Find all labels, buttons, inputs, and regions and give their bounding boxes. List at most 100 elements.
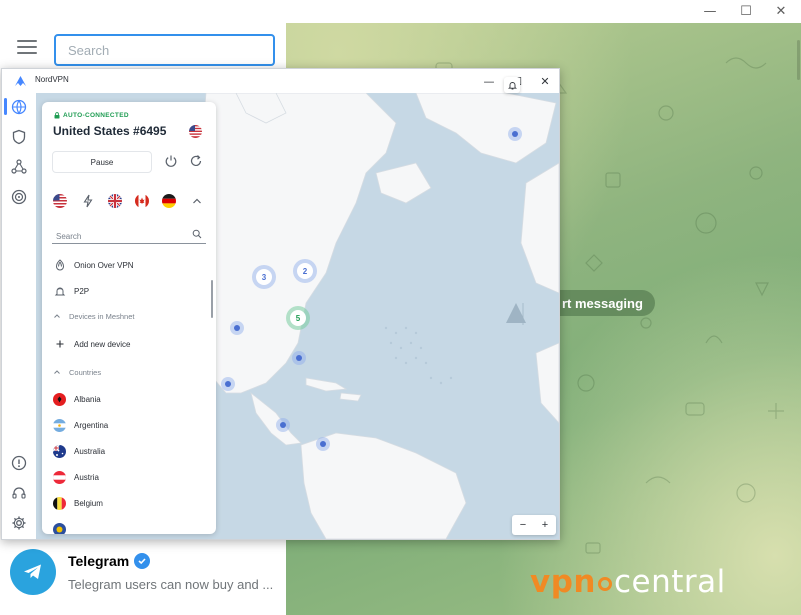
server-search (52, 226, 206, 245)
p2p-icon (53, 285, 66, 298)
plus-icon (53, 338, 66, 351)
belgium-flag-icon (53, 496, 66, 510)
nordvpn-logo-icon (15, 76, 26, 86)
nordvpn-window: NordVPN — ☐ ✕ (1, 68, 560, 540)
map-cluster-connected[interactable]: 5 (286, 306, 310, 330)
country-name: Belgium (74, 498, 103, 508)
list-item-onion-over-vpn[interactable]: Onion Over VPN (42, 253, 208, 277)
search-icon[interactable] (192, 229, 202, 239)
chevron-up-small-icon[interactable] (53, 312, 61, 320)
telegram-maximize-button[interactable]: ☐ (729, 0, 763, 23)
map-pin[interactable] (508, 127, 522, 141)
hamburger-menu-icon[interactable] (15, 36, 39, 60)
globe-icon[interactable] (11, 99, 27, 115)
chat-name: Telegram (68, 553, 151, 569)
chat-preview: Telegram users can now buy and ... (68, 577, 274, 592)
list-item-label: P2P (74, 286, 90, 296)
section-countries-label: Countries (69, 367, 102, 377)
watermark-central: central (613, 564, 726, 600)
country-name: Austria (74, 472, 99, 482)
us-flag-icon[interactable] (53, 194, 67, 208)
vpncentral-watermark: vpn central (530, 564, 726, 600)
add-new-device-button[interactable]: Add new device (42, 332, 208, 356)
verified-badge-icon (134, 553, 151, 569)
telegram-search-input[interactable] (54, 34, 275, 66)
telegram-avatar (10, 549, 56, 595)
telegram-minimize-button[interactable]: — (693, 0, 727, 23)
map-pin[interactable] (221, 377, 235, 391)
australia-flag-icon (53, 444, 66, 458)
lock-icon (54, 112, 60, 119)
map-cluster-count: 3 (256, 269, 272, 285)
map-cluster-count: 5 (290, 310, 306, 326)
meshnet-icon[interactable] (11, 159, 27, 175)
chevron-up-icon[interactable] (190, 194, 204, 208)
country-row-austria[interactable]: Austria (42, 465, 208, 489)
connected-server-name: United States #6495 (53, 124, 167, 138)
chat-name-text: Telegram (68, 553, 130, 569)
map-pin[interactable] (230, 321, 244, 335)
nordvpn-title-bar: NordVPN — ☐ ✕ (2, 69, 559, 93)
country-name: Australia (74, 446, 106, 456)
threat-protection-icon[interactable] (11, 189, 27, 205)
country-row-argentina[interactable]: Argentina (42, 413, 208, 437)
settings-gear-icon[interactable] (11, 515, 27, 531)
panel-scrollbar[interactable] (211, 280, 213, 318)
zoom-in-button[interactable]: + (534, 515, 556, 535)
canada-flag-icon[interactable] (135, 194, 149, 208)
nordvpn-title: NordVPN (35, 75, 69, 84)
country-row-albania[interactable]: Albania (42, 387, 208, 411)
us-flag-icon (189, 125, 202, 138)
country-name: Albania (74, 394, 101, 404)
partial-flag-icon (53, 522, 66, 534)
map-cluster[interactable]: 2 (293, 259, 317, 283)
add-new-device-label: Add new device (74, 339, 131, 349)
list-item-label: Onion Over VPN (74, 260, 134, 270)
country-row-partial[interactable] (42, 517, 208, 534)
albania-flag-icon (53, 392, 66, 406)
server-search-input[interactable] (52, 228, 182, 245)
map-pin[interactable] (316, 437, 330, 451)
pause-button[interactable]: Pause (52, 151, 152, 173)
telegram-title-bar: — ☐ ✕ (0, 0, 801, 23)
watermark-vpn: vpn (530, 564, 596, 600)
germany-flag-icon[interactable] (162, 194, 176, 208)
map-cluster-count: 2 (297, 263, 313, 279)
lightning-icon[interactable] (81, 194, 95, 208)
country-row-australia[interactable]: Australia (42, 439, 208, 463)
connection-status: AUTO-CONNECTED (54, 112, 129, 119)
notifications-bell-icon[interactable] (504, 77, 520, 93)
map-cluster[interactable]: 3 (252, 265, 276, 289)
connection-status-text: AUTO-CONNECTED (63, 112, 129, 119)
rail-active-indicator (4, 98, 7, 115)
telegram-close-button[interactable]: ✕ (764, 0, 798, 23)
watermark-dot-icon (597, 577, 612, 591)
shield-icon[interactable] (11, 129, 27, 145)
alert-icon[interactable] (11, 455, 27, 471)
zoom-out-button[interactable]: − (512, 515, 534, 535)
country-name: Argentina (74, 420, 109, 430)
country-row-belgium[interactable]: Belgium (42, 491, 208, 515)
section-meshnet: Devices in Meshnet (42, 306, 208, 326)
nordvpn-close-button[interactable]: ✕ (530, 69, 560, 93)
start-messaging-text: rt messaging (562, 295, 643, 311)
disconnect-power-icon[interactable] (164, 154, 178, 168)
chevron-up-small-icon[interactable] (53, 368, 61, 376)
nordvpn-minimize-button[interactable]: — (474, 69, 504, 93)
map-zoom-control: − + (512, 515, 556, 535)
argentina-flag-icon (53, 418, 66, 432)
austria-flag-icon (53, 470, 66, 484)
uk-flag-icon[interactable] (108, 194, 122, 208)
section-meshnet-label: Devices in Meshnet (69, 311, 135, 321)
chat-list-item-telegram[interactable]: Telegram Telegram users can now buy and … (0, 540, 286, 615)
connection-panel: AUTO-CONNECTED United States #6495 Pause (42, 102, 216, 534)
telegram-plane-icon (24, 564, 41, 579)
map-pin[interactable] (292, 351, 306, 365)
help-support-icon[interactable] (11, 485, 27, 501)
map-pin[interactable] (276, 418, 290, 432)
nordvpn-nav-rail (2, 93, 36, 539)
telegram-scrollbar[interactable] (797, 40, 800, 80)
section-countries: Countries (42, 362, 208, 382)
list-item-p2p[interactable]: P2P (42, 279, 208, 303)
reconnect-refresh-icon[interactable] (189, 154, 203, 168)
